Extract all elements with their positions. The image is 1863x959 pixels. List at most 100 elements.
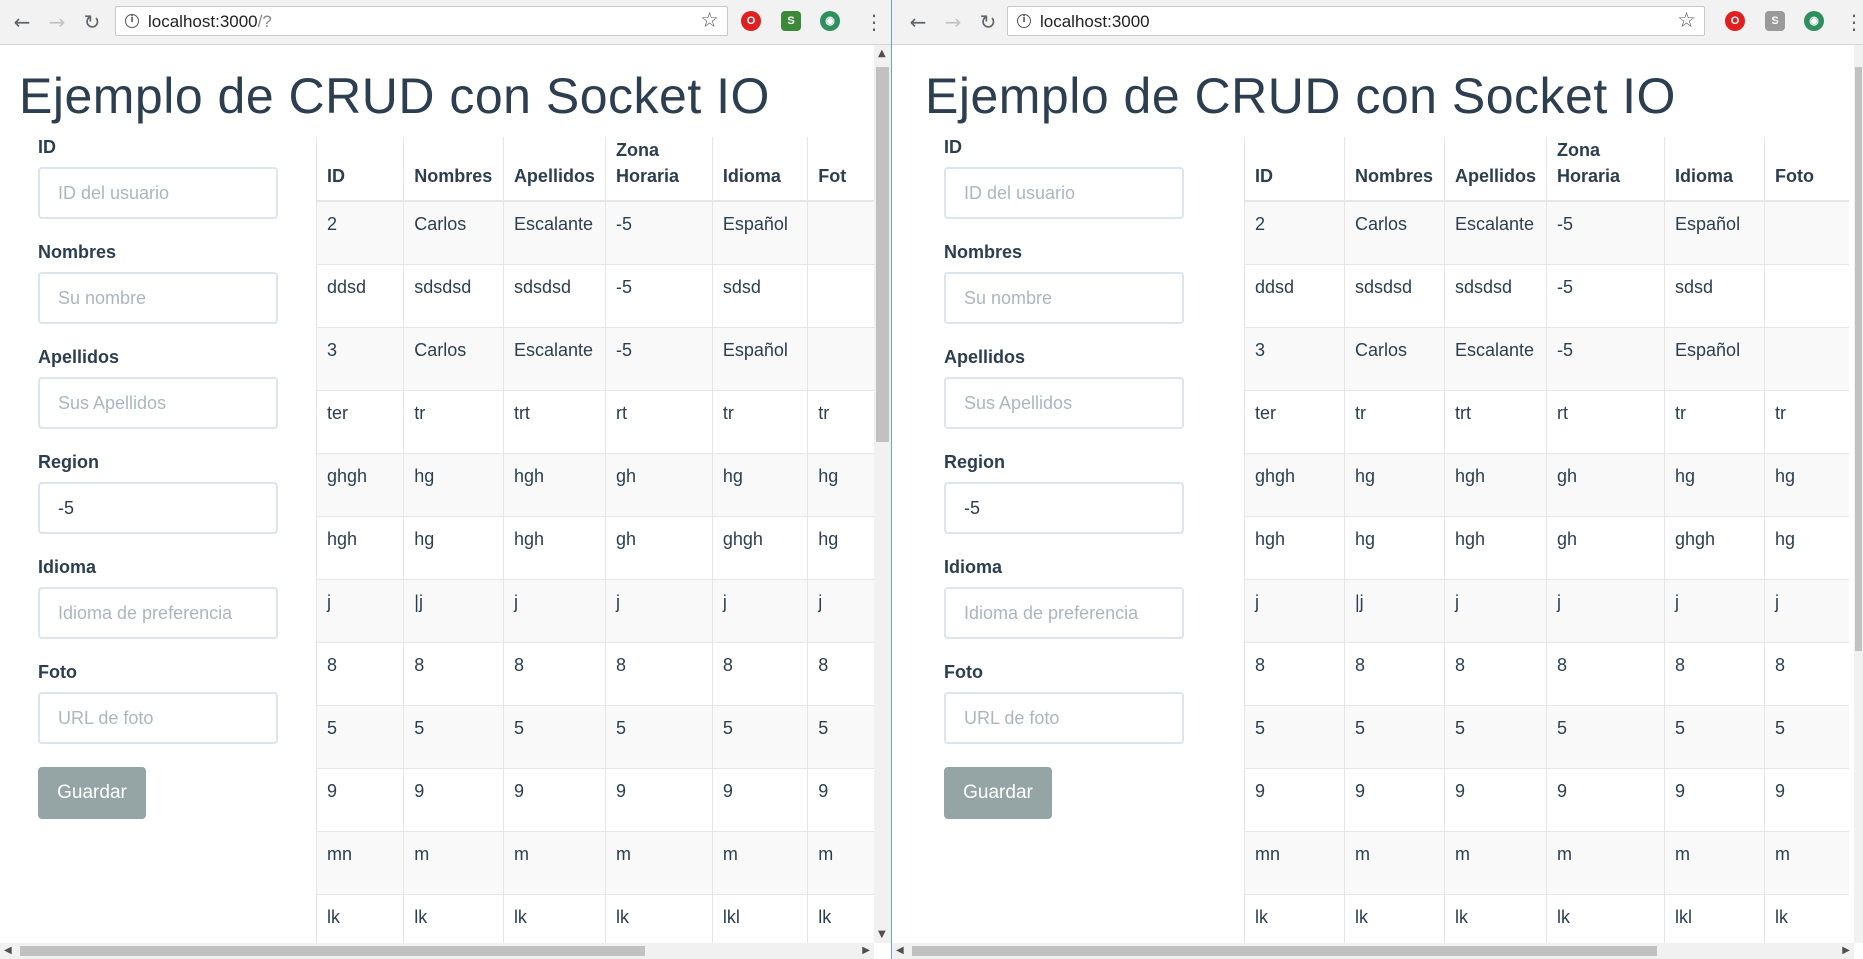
nombres-input[interactable] xyxy=(944,272,1184,324)
table-cell: hgh xyxy=(1244,515,1345,579)
table-cell: Escalante xyxy=(502,200,606,264)
browser-window-left: ← → ↻ i localhost:3000/? ☆ O S ◉ ⋮ Ejemp… xyxy=(0,0,892,959)
table-cell: 9 xyxy=(403,767,504,831)
bookmark-star-icon[interactable]: ☆ xyxy=(1677,8,1696,32)
horizontal-scrollbar[interactable]: ◀ ▶ xyxy=(0,943,874,959)
apellidos-input[interactable] xyxy=(38,377,278,429)
region-input[interactable] xyxy=(38,482,278,534)
table-cell: Español xyxy=(711,200,808,264)
table-cell: 9 xyxy=(711,767,808,831)
table-row: hgh hg hgh gh ghgh hg xyxy=(1244,515,1849,579)
table-cell: ghgh xyxy=(315,452,404,516)
table-row: 555555 xyxy=(1244,704,1849,768)
table-cell: j xyxy=(604,578,713,642)
table-cell: -5 xyxy=(1546,263,1665,327)
idioma-input[interactable] xyxy=(944,587,1184,639)
table-cell: Escalante xyxy=(1443,200,1547,264)
table-row: j |j j j j j xyxy=(1244,578,1849,642)
table-cell: mn xyxy=(1244,830,1345,894)
url-host: localhost:3000 xyxy=(1040,12,1150,31)
back-icon[interactable]: ← xyxy=(8,8,36,36)
th-foto: Foto xyxy=(1764,137,1849,202)
table-cell: tr xyxy=(1344,389,1445,453)
foto-input[interactable] xyxy=(38,692,278,744)
table-cell: hg xyxy=(1344,515,1445,579)
opera-extension-icon[interactable]: O xyxy=(741,11,761,31)
save-button[interactable]: Guardar xyxy=(944,767,1052,819)
vertical-scrollbar[interactable] xyxy=(1854,45,1863,943)
table-cell: 8 xyxy=(1443,641,1547,705)
scroll-right-icon[interactable]: ▶ xyxy=(1842,945,1850,956)
address-bar[interactable]: i localhost:3000/? ☆ xyxy=(115,6,728,36)
table-cell: 5 xyxy=(315,704,404,768)
table-cell: Carlos xyxy=(403,200,504,264)
table-cell: j xyxy=(315,578,404,642)
foto-input[interactable] xyxy=(944,692,1184,744)
idioma-input[interactable] xyxy=(38,587,278,639)
table-cell: Español xyxy=(1664,200,1765,264)
info-icon[interactable]: i xyxy=(1017,14,1031,28)
id-input[interactable] xyxy=(944,167,1184,219)
s-extension-icon[interactable]: S xyxy=(1765,11,1785,31)
address-bar[interactable]: i localhost:3000 ☆ xyxy=(1007,6,1705,36)
table-row: hgh hg hgh gh ghgh hg xyxy=(315,515,891,579)
table-cell: 9 xyxy=(1764,767,1849,831)
table-cell: 5 xyxy=(1546,704,1665,768)
table-cell: 9 xyxy=(1344,767,1445,831)
table-cell: m xyxy=(403,830,504,894)
save-button[interactable]: Guardar xyxy=(38,767,146,819)
menu-icon[interactable]: ⋮ xyxy=(864,8,884,36)
table-cell: 9 xyxy=(502,767,606,831)
table-cell: sdsdsd xyxy=(502,263,606,327)
table-cell: ddsd xyxy=(315,263,404,327)
globe-extension-icon[interactable]: ◉ xyxy=(1804,11,1824,31)
opera-extension-icon[interactable]: O xyxy=(1725,11,1745,31)
table-cell: gh xyxy=(604,515,713,579)
back-icon[interactable]: ← xyxy=(904,8,932,36)
menu-icon[interactable]: ⋮ xyxy=(1844,8,1863,36)
table-cell: ter xyxy=(1244,389,1345,453)
scroll-left-icon[interactable]: ◀ xyxy=(4,945,12,956)
table-cell: 5 xyxy=(1244,704,1345,768)
scroll-left-icon[interactable]: ◀ xyxy=(896,945,904,956)
table-cell: 5 xyxy=(1443,704,1547,768)
th-nombres: Nombres xyxy=(403,137,504,202)
horizontal-scroll-thumb[interactable] xyxy=(912,946,1657,956)
table-cell xyxy=(1764,326,1849,390)
apellidos-input[interactable] xyxy=(944,377,1184,429)
nombres-input[interactable] xyxy=(38,272,278,324)
table-row: 2 Carlos Escalante -5 Español xyxy=(315,200,891,264)
s-extension-icon[interactable]: S xyxy=(781,11,801,31)
th-zona-horaria: Zona Horaria xyxy=(604,137,713,202)
forward-icon[interactable]: → xyxy=(939,8,967,36)
info-icon[interactable]: i xyxy=(125,14,139,28)
region-input[interactable] xyxy=(944,482,1184,534)
globe-extension-icon[interactable]: ◉ xyxy=(820,11,840,31)
table-row: 888888 xyxy=(1244,641,1849,705)
scroll-up-icon[interactable]: ▲ xyxy=(878,48,886,59)
table-cell: hg xyxy=(403,515,504,579)
table-cell xyxy=(1764,263,1849,327)
table-row: ter tr trt rt tr tr xyxy=(315,389,891,453)
table-row: ghgh hg hgh gh hg hg xyxy=(1244,452,1849,516)
scroll-down-icon[interactable]: ▼ xyxy=(878,929,886,940)
horizontal-scrollbar[interactable]: ◀ ▶ xyxy=(892,943,1854,959)
horizontal-scroll-thumb[interactable] xyxy=(20,946,645,956)
vertical-scroll-thumb[interactable] xyxy=(1855,67,1862,651)
table-cell: Español xyxy=(1664,326,1765,390)
reload-icon[interactable]: ↻ xyxy=(974,8,1002,36)
forward-icon[interactable]: → xyxy=(43,8,71,36)
table-cell: hg xyxy=(711,452,808,516)
bookmark-star-icon[interactable]: ☆ xyxy=(700,8,719,32)
table-cell: 8 xyxy=(604,641,713,705)
table-row: j |j j j j j xyxy=(315,578,891,642)
vertical-scrollbar[interactable]: ▲ ▼ xyxy=(874,45,891,943)
scroll-right-icon[interactable]: ▶ xyxy=(862,945,870,956)
reload-icon[interactable]: ↻ xyxy=(78,8,106,36)
id-input[interactable] xyxy=(38,167,278,219)
table-cell: |j xyxy=(1344,578,1445,642)
table-cell: 3 xyxy=(1244,326,1345,390)
table-cell: 5 xyxy=(403,704,504,768)
table-cell: Carlos xyxy=(1344,326,1445,390)
vertical-scroll-thumb[interactable] xyxy=(876,67,889,442)
